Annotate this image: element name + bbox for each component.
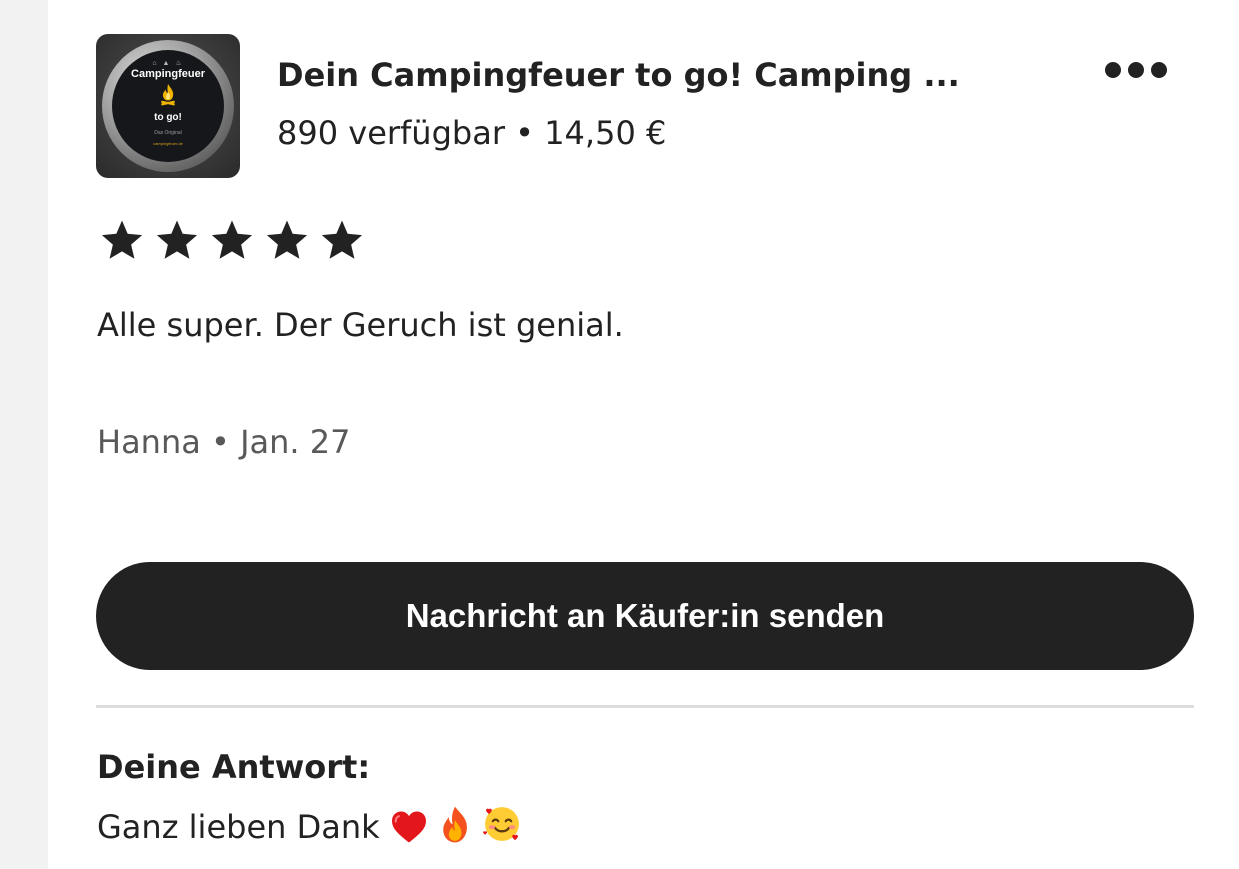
divider (96, 705, 1194, 708)
star-rating (100, 219, 364, 261)
answer-text: Ganz lieben Dank (97, 804, 522, 852)
smiling-face-with-hearts-emoji-icon (482, 804, 522, 852)
more-horizontal-icon-dot-3 (1151, 62, 1167, 78)
more-horizontal-icon-dot-2 (1128, 62, 1144, 78)
tin-label-line4: campingfeuer.de (153, 141, 183, 146)
campfire-icon (161, 84, 175, 106)
tin-label-line1: Campingfeuer (131, 68, 205, 80)
star-icon (100, 219, 144, 261)
review-card: ⌂ ▲ ♨ Campingfeuer to go! Das Original c… (48, 0, 1239, 869)
review-date: Jan. 27 (240, 423, 351, 461)
tin-label: ⌂ ▲ ♨ Campingfeuer to go! Das Original c… (112, 50, 224, 162)
review-meta: Hanna • Jan. 27 (97, 423, 350, 461)
fire-emoji-icon (438, 806, 472, 852)
more-horizontal-icon-dot-1 (1105, 62, 1121, 78)
more-options-button[interactable] (1092, 54, 1180, 86)
meta-separator: • (515, 114, 535, 152)
product-availability: 890 verfügbar (277, 114, 505, 152)
left-background-strip (0, 0, 48, 869)
star-icon (155, 219, 199, 261)
message-buyer-button[interactable]: Nachricht an Käufer:in senden (96, 562, 1194, 670)
star-icon (320, 219, 364, 261)
red-heart-emoji-icon (390, 810, 428, 852)
answer-text-content: Ganz lieben Dank (97, 808, 380, 846)
tin-label-line3: Das Original (154, 130, 182, 136)
star-icon (210, 219, 254, 261)
product-thumbnail[interactable]: ⌂ ▲ ♨ Campingfeuer to go! Das Original c… (96, 34, 240, 178)
tin-label-line2: to go! (154, 112, 182, 123)
review-author: Hanna (97, 423, 201, 461)
product-price: 14,50 € (544, 114, 667, 152)
product-meta: 890 verfügbar • 14,50 € (277, 114, 666, 152)
review-meta-separator: • (211, 423, 230, 461)
tin-label-icons: ⌂ ▲ ♨ (152, 60, 184, 67)
review-text: Alle super. Der Geruch ist genial. (97, 306, 624, 344)
star-icon (265, 219, 309, 261)
product-title[interactable]: Dein Campingfeuer to go! Camping ... (277, 56, 960, 94)
answer-heading: Deine Antwort: (97, 748, 371, 786)
